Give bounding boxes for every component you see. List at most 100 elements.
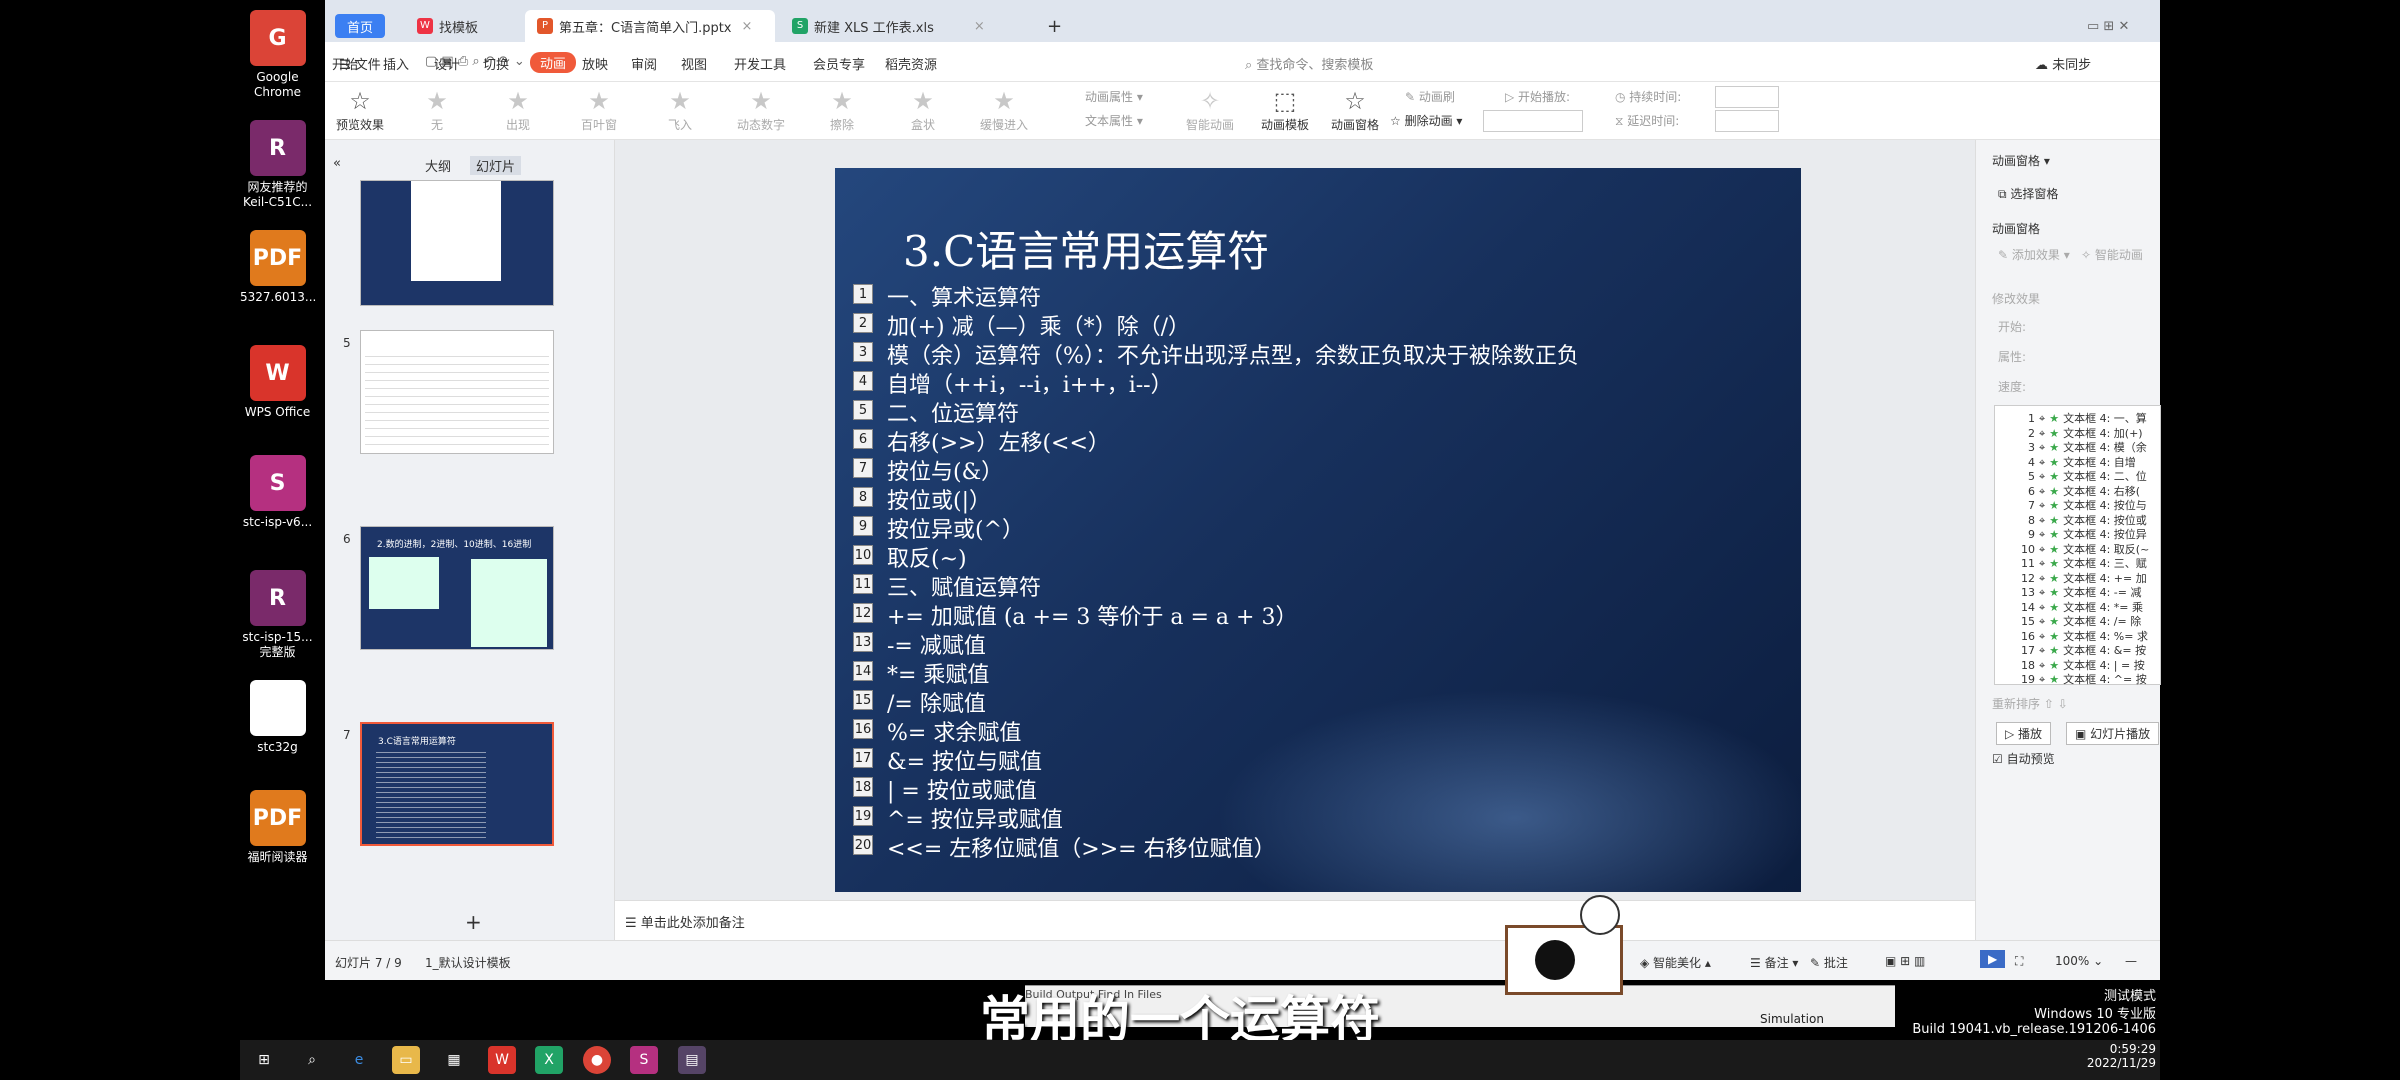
slide-text-line[interactable]: 加(+) 减（—）乘（*）除（/） [887,309,1190,341]
animation-attr[interactable]: 动画属性 ▾ [1085,88,1143,105]
slide-thumbnail[interactable] [360,180,554,306]
tab-template[interactable]: W 找模板 [405,10,490,42]
animation-order-tag[interactable]: 10 [853,545,873,565]
fit-icon[interactable]: ⛶ [2015,954,2023,969]
animation-effect[interactable]: ★ 无 [405,86,469,133]
slideshow-button[interactable]: ▣ 幻灯片播放 [2066,722,2160,745]
animation-order-tag[interactable]: 12 [853,603,873,623]
clock[interactable]: 0:59:29 2022/11/29 [2087,1042,2156,1070]
animation-list-item[interactable]: 19 ⌖ ★ 文本框 4: ^= 按 [2015,671,2180,686]
animation-order-tag[interactable]: 17 [853,748,873,768]
zoom-level[interactable]: 100% ⌄ [2055,954,2103,968]
animation-order-tag[interactable]: 9 [853,516,873,536]
slide-text-line[interactable]: 自增（++i，--i，i++，i--） [887,367,1173,399]
animation-order-tag[interactable]: 4 [853,371,873,391]
add-effect-button[interactable]: ✎ 添加效果 ▾ [1998,246,2070,263]
animation-pane-button[interactable]: ☆ 动画窗格 [1325,86,1385,133]
animation-list-item[interactable]: 11 ⌖ ★ 文本框 4: 三、赋 [2015,555,2180,570]
slide-text-line[interactable]: &= 按位与赋值 [887,744,1042,776]
desktop-icon[interactable]: Sstc-isp-v6... [240,455,315,530]
slide-text-line[interactable]: *= 乘赋值 [887,657,989,689]
desktop-icon[interactable]: R 网友推荐的 Keil-C51C... [240,120,315,210]
slide-text-line[interactable]: %= 求余赋值 [887,715,1021,747]
slide-text-line[interactable]: 二、位运算符 [887,396,1019,428]
menu-item[interactable]: 会员专享 [813,54,865,73]
animation-effect[interactable]: ★ 飞入 [648,86,712,133]
smart-animation-link[interactable]: ✧ 智能动画 [2081,246,2143,263]
animation-list-item[interactable]: 18 ⌖ ★ 文本框 4: | = 按 [2015,657,2180,672]
search-icon[interactable]: ⌕ [298,1046,326,1074]
menu-item[interactable]: 开始 [332,54,358,73]
smart-animation-button[interactable]: ✧ 智能动画 [1180,86,1240,133]
slide-text-line[interactable]: 模（余）运算符（%）：不允许出现浮点型，余数正负取决于被除数正负 [887,338,1579,370]
animation-order-tag[interactable]: 5 [853,400,873,420]
slide-text-line[interactable]: /= 除赋值 [887,686,986,718]
menu-item[interactable]: 放映 [582,54,608,73]
slide-text-line[interactable]: 按位与(&） [887,454,1003,486]
close-icon[interactable]: × [974,19,985,34]
animation-list-item[interactable]: 1 ⌖ ★ 文本框 4: 一、算 [2015,410,2180,425]
menu-item[interactable]: 切换 [483,54,509,73]
animation-effect[interactable]: ★ 出现 [486,86,550,133]
slide-title[interactable]: 3.C语言常用运算符 [903,218,1269,279]
slide-text-line[interactable]: 右移(>>）左移(<<） [887,425,1110,457]
slide[interactable]: 3.C语言常用运算符 1 一、算术运算符 2 加(+) 减（—）乘（*）除（/） 3 模（… [835,168,1801,892]
animation-list-item[interactable]: 17 ⌖ ★ 文本框 4: &= 按 [2015,642,2180,657]
animation-order-tag[interactable]: 2 [853,313,873,333]
menu-item[interactable]: 插入 [383,54,409,73]
chrome-icon[interactable]: ● [583,1046,611,1074]
slide-text-line[interactable]: 按位或(|） [887,483,991,515]
animation-list-item[interactable]: 4 ⌖ ★ 文本框 4: 自增 [2015,454,2180,469]
desktop-icon[interactable]: G Google Chrome [240,10,315,100]
animation-order-tag[interactable]: 7 [853,458,873,478]
menu-item[interactable]: 动画 [530,52,577,73]
animation-order-tag[interactable]: 16 [853,719,873,739]
sync-status[interactable]: ☁ 未同步 [2035,54,2091,73]
window-controls[interactable]: ▭ ⊞ ✕ [2075,10,2141,42]
animation-list-item[interactable]: 6 ⌖ ★ 文本框 4: 右移( [2015,483,2180,498]
menu-item[interactable]: 开发工具 [734,54,786,73]
animation-effect[interactable]: ★ 动态数字 [729,86,793,133]
slide-text-line[interactable]: 按位异或(^） [887,512,1024,544]
preview-effect-button[interactable]: ☆ 预览效果 [335,86,385,133]
start-select[interactable] [1483,110,1583,132]
desktop-icon[interactable]: W WPS Office [240,345,315,420]
animation-effect[interactable]: ★ 百叶窗 [567,86,631,133]
animation-effect[interactable]: ★ 盒状 [891,86,955,133]
animation-order-tag[interactable]: 1 [853,284,873,304]
zoom-out-icon[interactable]: — [2125,954,2137,968]
animation-list-item[interactable]: 12 ⌖ ★ 文本框 4: += 加 [2015,570,2180,585]
store-icon[interactable]: ▦ [440,1046,468,1074]
collapse-icon[interactable]: « [333,156,341,171]
animation-order-tag[interactable]: 19 [853,806,873,826]
folder-icon[interactable]: ▭ [392,1046,420,1074]
animation-brush[interactable]: ✎ 动画刷 [1405,88,1455,105]
animation-order-tag[interactable]: 14 [853,661,873,681]
add-slide-button[interactable]: + [465,910,482,934]
slide-thumbnail[interactable]: 2.数的进制，2进制、10进制、16进制 [360,526,554,650]
animation-order-tag[interactable]: 15 [853,690,873,710]
tab-slides[interactable]: 幻灯片 [470,156,522,175]
close-icon[interactable]: × [742,19,753,34]
animation-order-tag[interactable]: 13 [853,632,873,652]
comment-button[interactable]: ✎ 批注 [1810,954,1848,971]
animation-order-tag[interactable]: 8 [853,487,873,507]
stc-isp-icon[interactable]: S [630,1046,658,1074]
animation-order-tag[interactable]: 20 [853,835,873,855]
slide-text-line[interactable]: ^= 按位异或赋值 [887,802,1063,834]
menu-item[interactable]: 审阅 [631,54,657,73]
excel-icon[interactable]: X [535,1046,563,1074]
new-tab-button[interactable]: + [1035,10,1074,42]
select-pane-link[interactable]: ⧉ 选择窗格 [1998,185,2058,202]
desktop-icon[interactable]: Rstc-isp-15... 完整版 [240,570,315,660]
delete-animation[interactable]: ☆ 删除动画 ▾ [1390,112,1462,129]
animation-list-item[interactable]: 5 ⌖ ★ 文本框 4: 二、位 [2015,468,2180,483]
edge-icon[interactable]: e [345,1046,373,1074]
animation-list-item[interactable]: 8 ⌖ ★ 文本框 4: 按位或 [2015,512,2180,527]
slide-thumbnail[interactable] [360,330,554,454]
notes-button[interactable]: ☰ 备注 ▾ [1750,954,1798,971]
animation-order-tag[interactable]: 11 [853,574,873,594]
play-slideshow-icon[interactable]: ▶ [1980,950,2006,968]
tab-outline[interactable]: 大纲 [425,156,451,175]
wps-icon[interactable]: W [488,1046,516,1074]
